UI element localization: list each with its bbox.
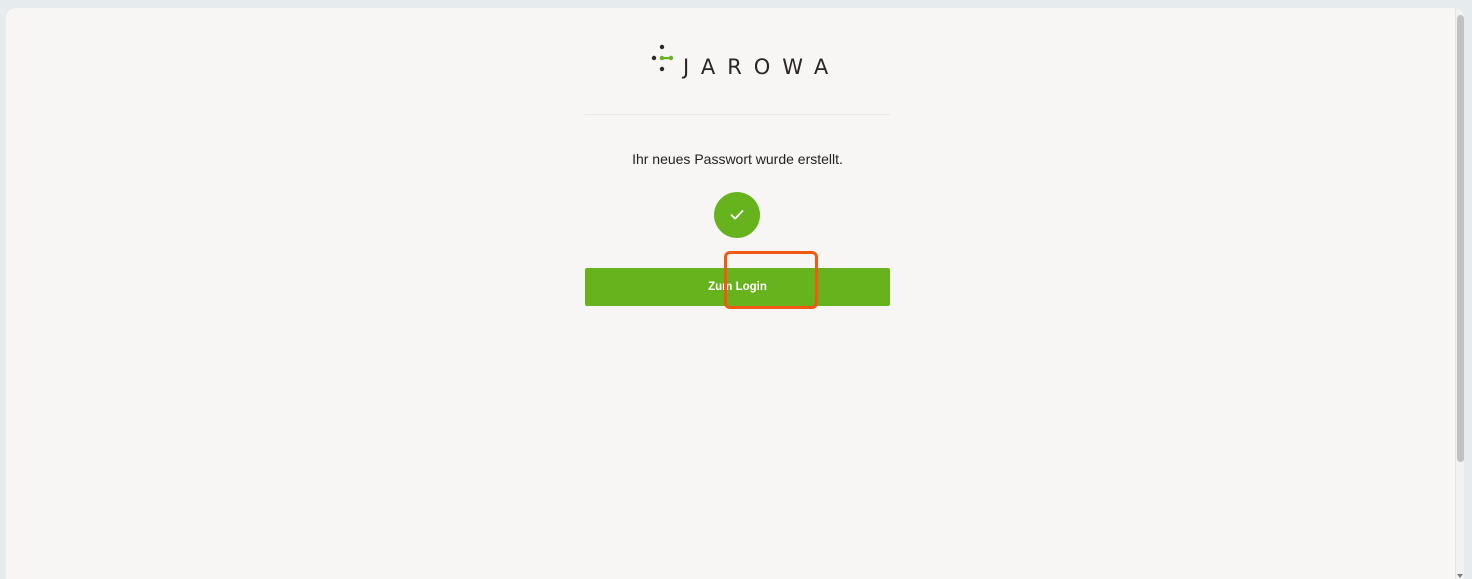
vertical-scrollbar[interactable]: [1455, 8, 1464, 579]
jarowa-logo: JAROWA: [649, 44, 861, 79]
scrollbar-thumb[interactable]: [1457, 15, 1464, 462]
header-divider: [585, 114, 890, 115]
success-badge: [714, 192, 760, 238]
browser-page: JAROWA Ihr neues Passwort wurde erstellt…: [6, 8, 1464, 579]
checkmark-icon: [730, 210, 744, 220]
login-button[interactable]: Zum Login: [585, 268, 890, 306]
jarowa-logo-mark-icon: [651, 44, 674, 72]
success-message: Ihr neues Passwort wurde erstellt.: [632, 151, 843, 167]
brand-name: JAROWA: [683, 55, 841, 79]
scroll-down-arrow-icon[interactable]: [1457, 574, 1463, 578]
